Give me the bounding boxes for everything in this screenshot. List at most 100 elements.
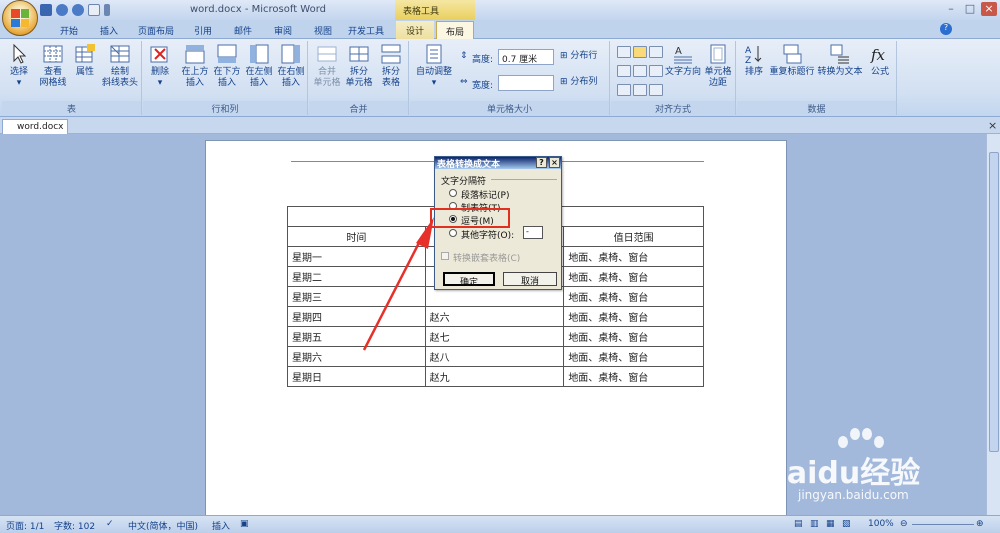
view-web-icon[interactable]: ▦ bbox=[826, 519, 835, 529]
save-icon[interactable] bbox=[40, 4, 52, 16]
vertical-scrollbar[interactable] bbox=[986, 134, 1000, 515]
cell-margins-button[interactable]: 单元格 边距 bbox=[701, 43, 735, 89]
proofing-icon[interactable]: ✓ bbox=[106, 519, 114, 529]
dialog-close-button[interactable]: × bbox=[549, 157, 560, 168]
split-table-icon bbox=[381, 44, 401, 64]
header-cell-range[interactable]: 值日范围 bbox=[563, 226, 704, 247]
formula-button[interactable]: fx 公式 bbox=[865, 43, 895, 78]
height-label: 高度: bbox=[472, 55, 494, 65]
tab-references[interactable]: 引用 bbox=[186, 21, 220, 39]
table-row: 星期五 赵七 地面、桌椅、窗台 bbox=[287, 326, 704, 347]
separator-group-label: 文字分隔符 bbox=[441, 177, 487, 187]
align-bottom-left-icon[interactable] bbox=[617, 84, 631, 96]
align-top-left-icon[interactable] bbox=[617, 46, 631, 58]
properties-button[interactable]: 属性 bbox=[70, 43, 100, 78]
view-print-layout-icon[interactable]: ▤ bbox=[794, 519, 803, 529]
align-bottom-right-icon[interactable] bbox=[649, 84, 663, 96]
tab-review[interactable]: 审阅 bbox=[266, 21, 300, 39]
cell-range[interactable]: 地面、桌椅、窗台 bbox=[563, 346, 704, 367]
radio-paragraph[interactable] bbox=[449, 189, 457, 197]
tab-mailings[interactable]: 邮件 bbox=[226, 21, 260, 39]
group-cell-size: 自动调整 ▾ ⇕ 高度: 0.7 厘米 ⇔ 宽度: ⊞ 分布行 ⊞ 分布列 单元格… bbox=[410, 41, 610, 115]
align-top-right-icon[interactable] bbox=[649, 46, 663, 58]
cell-range[interactable]: 地面、桌椅、窗台 bbox=[563, 306, 704, 327]
convert-to-text-button[interactable]: 转换为文本 bbox=[817, 43, 863, 78]
distribute-rows-button[interactable]: ⊞ 分布行 bbox=[560, 51, 608, 62]
insert-below-button[interactable]: 在下方 插入 bbox=[211, 43, 243, 89]
split-cells-button[interactable]: 拆分 单元格 bbox=[343, 43, 375, 89]
close-document-icon[interactable]: × bbox=[988, 119, 997, 132]
text-direction-button[interactable]: A 文字方向 bbox=[665, 43, 701, 78]
zoom-out-icon[interactable]: ⊖ bbox=[900, 519, 908, 529]
align-middle-center-icon[interactable] bbox=[633, 65, 647, 77]
draw-diagonal-header-button[interactable]: 绘制 斜线表头 bbox=[100, 43, 140, 89]
status-page[interactable]: 页面: 1/1 bbox=[6, 519, 44, 532]
cell-range[interactable]: 地面、桌椅、窗台 bbox=[563, 266, 704, 287]
tab-developer[interactable]: 开发工具 bbox=[342, 21, 390, 39]
align-top-center-icon[interactable] bbox=[633, 46, 647, 58]
insert-left-button[interactable]: 在左侧 插入 bbox=[243, 43, 275, 89]
undo-icon[interactable] bbox=[56, 4, 68, 16]
select-button[interactable]: 选择 ▾ bbox=[4, 43, 34, 89]
other-char-input[interactable]: - bbox=[523, 226, 543, 239]
view-full-screen-icon[interactable]: ▥ bbox=[810, 519, 819, 529]
maximize-button[interactable]: □ bbox=[962, 2, 978, 16]
insert-above-icon bbox=[185, 45, 205, 64]
customize-qat-icon[interactable] bbox=[104, 4, 110, 16]
radio-paragraph-label: 段落标记(P) bbox=[461, 191, 510, 201]
cell-range[interactable]: 地面、桌椅、窗台 bbox=[563, 326, 704, 347]
view-outline-icon[interactable]: ▧ bbox=[842, 519, 851, 529]
tab-design[interactable]: 设计 bbox=[396, 21, 434, 39]
status-insert-mode[interactable]: 插入 bbox=[212, 519, 230, 532]
sort-az-icon: AZ bbox=[745, 46, 762, 65]
tab-insert[interactable]: 插入 bbox=[92, 21, 126, 39]
watermark-brand: Baidu经验 bbox=[764, 456, 921, 491]
dialog-cancel-button[interactable]: 取消 bbox=[503, 272, 557, 287]
formula-fx-icon: fx bbox=[870, 46, 886, 64]
status-bar: 页面: 1/1 字数: 102 ✓ 中文(简体，中国) 插入 ▣ ▤ ▥ ▦ ▧… bbox=[0, 515, 1000, 533]
dialog-help-button[interactable]: ? bbox=[536, 157, 547, 168]
delete-button[interactable]: 删除 ▾ bbox=[145, 43, 175, 89]
quick-access-toolbar bbox=[40, 3, 110, 17]
help-icon[interactable]: ? bbox=[940, 23, 952, 35]
tab-home[interactable]: 开始 bbox=[52, 21, 86, 39]
split-table-button[interactable]: 拆分 表格 bbox=[375, 43, 407, 89]
close-button[interactable]: × bbox=[981, 2, 997, 16]
cell-range[interactable]: 地面、桌椅、窗台 bbox=[563, 286, 704, 307]
width-input[interactable] bbox=[498, 75, 554, 91]
print-preview-icon[interactable] bbox=[88, 4, 100, 16]
tab-layout[interactable]: 布局 bbox=[436, 21, 474, 39]
minimize-button[interactable]: – bbox=[943, 2, 959, 16]
merge-cells-button[interactable]: 合并 单元格 bbox=[311, 43, 343, 89]
autofit-button[interactable]: 自动调整 ▾ bbox=[412, 43, 456, 89]
tab-page-layout[interactable]: 页面布局 bbox=[132, 21, 180, 39]
insert-right-button[interactable]: 在右侧 插入 bbox=[275, 43, 307, 89]
align-middle-left-icon[interactable] bbox=[617, 65, 631, 77]
radio-other[interactable] bbox=[449, 229, 457, 237]
office-button[interactable] bbox=[2, 0, 38, 36]
document-tab[interactable]: word.docx bbox=[2, 119, 68, 134]
status-words[interactable]: 字数: 102 bbox=[54, 519, 95, 532]
scroll-thumb[interactable] bbox=[989, 152, 999, 452]
align-middle-right-icon[interactable] bbox=[649, 65, 663, 77]
status-language[interactable]: 中文(简体，中国) bbox=[128, 519, 198, 532]
group-table-label: 表 bbox=[2, 101, 141, 115]
view-gridlines-button[interactable]: 查看 网格线 bbox=[36, 43, 70, 89]
tab-view[interactable]: 视图 bbox=[306, 21, 340, 39]
zoom-in-icon[interactable]: ⊕ bbox=[976, 519, 984, 529]
repeat-header-rows-button[interactable]: 重复标题行 bbox=[769, 43, 815, 78]
zoom-slider[interactable] bbox=[912, 524, 974, 525]
align-bottom-center-icon[interactable] bbox=[633, 84, 647, 96]
cell-day[interactable]: 星期日 bbox=[287, 366, 426, 387]
cell-name[interactable]: 赵九 bbox=[424, 366, 565, 387]
height-input[interactable]: 0.7 厘米 bbox=[498, 49, 554, 65]
redo-icon[interactable] bbox=[72, 4, 84, 16]
status-zoom[interactable]: 100% bbox=[868, 519, 894, 529]
cell-range[interactable]: 地面、桌椅、窗台 bbox=[563, 246, 704, 267]
sort-button[interactable]: AZ 排序 bbox=[739, 43, 769, 78]
cell-range[interactable]: 地面、桌椅、窗台 bbox=[563, 366, 704, 387]
macro-record-icon[interactable]: ▣ bbox=[240, 519, 249, 529]
distribute-columns-button[interactable]: ⊞ 分布列 bbox=[560, 77, 608, 88]
dialog-ok-button[interactable]: 确定 bbox=[443, 272, 495, 288]
insert-above-button[interactable]: 在上方 插入 bbox=[179, 43, 211, 89]
